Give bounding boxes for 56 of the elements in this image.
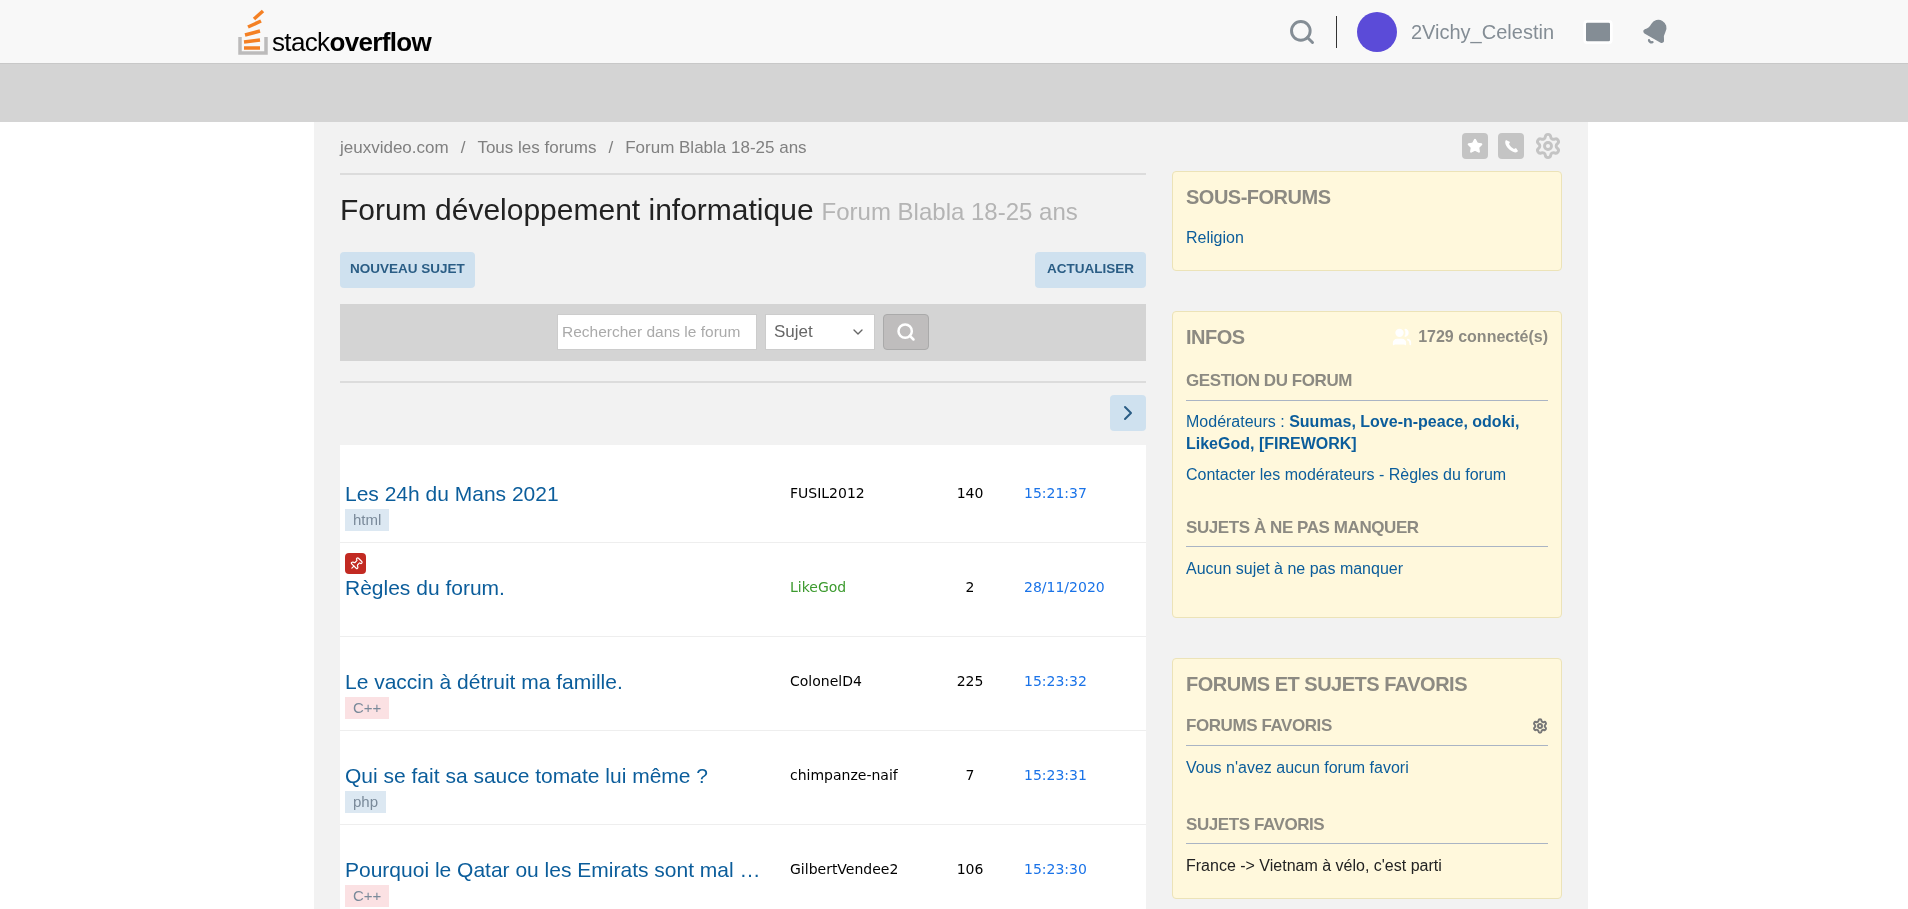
topic-title[interactable]: Qui se fait sa sauce tomate lui même ? [345, 762, 790, 790]
moderators-list: Modérateurs : Suumas, Love-n-peace, odoki, LikeGod, [FIREWORK] [1186, 410, 1548, 455]
scope-select[interactable]: Sujet [765, 314, 875, 350]
topic-author[interactable]: chimpanze-naif [790, 764, 940, 786]
username[interactable]: 2Vichy_Celestin [1410, 16, 1554, 47]
search-icon [896, 322, 916, 342]
section-heading: GESTION DU FORUM [1186, 370, 1353, 392]
next-page-button[interactable] [1110, 394, 1146, 431]
breadcrumb-separator: / [460, 137, 466, 159]
topic-title[interactable]: Les 24h du Mans 2021 [345, 480, 790, 508]
new-topic-button[interactable]: NOUVEAU SUJET [340, 251, 475, 288]
breadcrumb-link[interactable]: jeuxvideo.com [340, 135, 449, 161]
topic-author[interactable]: ColonelD4 [790, 670, 940, 692]
topic-author[interactable]: GilbertVendee2 [790, 858, 940, 880]
section-heading: FORUMS FAVORIS [1186, 715, 1332, 737]
search-button[interactable] [883, 314, 929, 350]
no-favorite-forum-text[interactable]: Vous n'avez aucun forum favori [1186, 755, 1548, 780]
online-count: 1729 connecté(s) [1418, 327, 1548, 347]
phone-icon[interactable] [1498, 133, 1524, 159]
logo-wordmark[interactable]: stackoverflow [272, 28, 432, 57]
card-heading: INFOS [1186, 325, 1245, 350]
must-read-link[interactable]: Aucun sujet à ne pas manquer [1186, 557, 1548, 581]
last-post-time[interactable]: 15:23:31 [1024, 764, 1087, 786]
last-post-time[interactable]: 15:23:30 [1024, 858, 1087, 880]
subforum-link[interactable]: Religion [1186, 226, 1548, 250]
refresh-button[interactable]: ACTUALISER [1035, 251, 1146, 288]
settings-icon[interactable] [1532, 717, 1548, 734]
topic-title[interactable]: Pourquoi le Qatar ou les Emirats sont mal … [345, 856, 790, 884]
reply-count: 7 [964, 765, 976, 785]
breadcrumb-link[interactable]: Forum Blabla 18-25 ans [625, 135, 807, 161]
search-icon[interactable] [1287, 17, 1316, 46]
reply-count: 225 [955, 671, 985, 691]
last-post-time[interactable]: 15:23:32 [1024, 670, 1087, 692]
contact-link[interactable]: Contacter les modérateurs - Règles du forum [1186, 462, 1548, 487]
favorite-topic-link[interactable]: France -> Vietnam à vélo, c'est parti [1186, 854, 1548, 878]
reply-count: 2 [964, 577, 976, 597]
last-post-time[interactable]: 28/11/2020 [1024, 576, 1105, 598]
topic-title[interactable]: Règles du forum. [345, 574, 790, 602]
section-heading: SUJETS À NE PAS MANQUER [1186, 516, 1419, 539]
card-heading: SOUS-FORUMS [1186, 185, 1332, 210]
breadcrumb-link[interactable]: Tous les forums [477, 135, 597, 161]
topic-title[interactable]: Le vaccin à détruit ma famille. [345, 668, 790, 696]
last-post-time[interactable]: 15:21:37 [1024, 482, 1087, 504]
topic-author[interactable]: LikeGod [790, 576, 940, 598]
forum-title: Forum développement informatique [340, 191, 814, 228]
avatar[interactable] [1356, 11, 1397, 52]
pin-icon [345, 553, 366, 574]
reply-count: 140 [955, 483, 985, 503]
reply-count: 106 [955, 859, 985, 879]
breadcrumb-separator: / [608, 137, 614, 159]
topic-author[interactable]: FUSIL2012 [790, 482, 940, 504]
users-icon [1392, 327, 1413, 347]
card-heading: FORUMS ET SUJETS FAVORIS [1186, 672, 1468, 697]
section-heading: SUJETS FAVORIS [1186, 813, 1325, 836]
search-field[interactable]: Rechercher dans le forum [557, 314, 757, 350]
forum-subtitle: Forum Blabla 18-25 ans [821, 196, 1078, 227]
